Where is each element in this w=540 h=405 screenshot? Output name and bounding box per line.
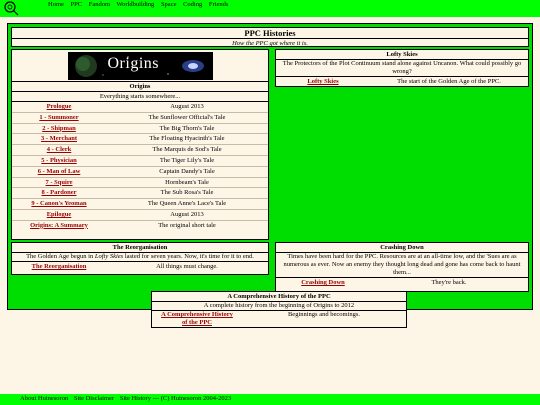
origins-chapter-link[interactable]: 4 - Clerk bbox=[47, 146, 72, 153]
origins-banner-image: Origins bbox=[67, 52, 213, 80]
reorg-heading: The Reorganisation bbox=[12, 243, 268, 253]
origins-chapter-desc: The Queen Anne's Lace's Tale bbox=[147, 200, 227, 208]
footer-history-link[interactable]: Site History --- (C) Huinesoron 2004-202… bbox=[120, 395, 231, 402]
origins-chapter-link[interactable]: 5 - Physician bbox=[41, 157, 76, 164]
origins-chapter-desc: Hornbeam's Tale bbox=[165, 178, 209, 186]
origins-chapter-link[interactable]: 3 - Merchant bbox=[41, 135, 77, 142]
footer-disclaimer-link[interactable]: Site Disclaimer bbox=[74, 395, 114, 402]
nav-ppc[interactable]: PPC bbox=[71, 1, 83, 8]
site-logo-icon[interactable] bbox=[3, 0, 19, 16]
title-box: PPC Histories How the PPC got where it i… bbox=[11, 27, 529, 47]
origins-chapter-link[interactable]: Prologue bbox=[47, 103, 72, 110]
origins-heading: Origins bbox=[12, 81, 268, 92]
origins-chapter-desc: The Floating Hyacinth's Tale bbox=[149, 135, 225, 143]
origins-chapter-link[interactable]: 7 - Squire bbox=[46, 179, 73, 186]
origins-list: Prologue August 2013 1 - Summoner The Sunfl… bbox=[12, 102, 268, 231]
nav-menu: Home PPC Fandom Worldbuilding Space Codi… bbox=[48, 0, 233, 9]
comprehensive-history-link[interactable]: A Comprehensive History of the PPC bbox=[161, 311, 233, 326]
reorganisation-link[interactable]: The Reorganisation bbox=[32, 263, 87, 270]
reorg-description: The Golden Age begun in Lofty Skies last… bbox=[12, 253, 268, 262]
reorganisation-panel: The Reorganisation The Golden Age begun … bbox=[11, 242, 269, 275]
nav-home[interactable]: Home bbox=[48, 1, 64, 8]
origins-tagline: Everything starts somewhere... bbox=[12, 92, 268, 102]
nav-worldbuilding[interactable]: Worldbuilding bbox=[117, 1, 155, 8]
origins-row: 4 - Clerk The Marquis de Sod's Tale bbox=[12, 144, 268, 155]
page-title: PPC Histories bbox=[12, 28, 528, 39]
crash-heading: Crashing Down bbox=[276, 243, 528, 253]
origins-chapter-desc: Captain Dandy's Tale bbox=[159, 167, 215, 175]
origins-chapter-link[interactable]: 9 - Canon's Yeoman bbox=[31, 200, 86, 207]
crashing-down-link[interactable]: Crashing Down bbox=[301, 279, 345, 286]
crash-description: Times have been hard for the PPC. Resour… bbox=[276, 253, 528, 278]
lofty-skies-link[interactable]: Lofty Skies bbox=[307, 78, 338, 85]
footer-about-link[interactable]: About Huinesoron bbox=[20, 395, 68, 402]
lofty-note: The start of the Golden Age of the PPC. bbox=[397, 78, 501, 85]
origins-banner-text: Origins bbox=[107, 55, 159, 72]
top-nav-bar: Home PPC Fandom Worldbuilding Space Codi… bbox=[0, 0, 540, 17]
origins-row: 8 - Pardoner The Sub Rosa's Tale bbox=[12, 187, 268, 198]
origins-chapter-desc: The Marquis de Sod's Tale bbox=[152, 146, 222, 154]
origins-row: 1 - Summoner The Sunflower Official's Tal… bbox=[12, 111, 268, 123]
origins-chapter-link[interactable]: 2 - Shipman bbox=[42, 125, 76, 132]
origins-chapter-link[interactable]: Origins: A Summary bbox=[30, 222, 88, 229]
origins-chapter-link[interactable]: 8 - Pardoner bbox=[41, 189, 76, 196]
origins-chapter-link[interactable]: Epilogue bbox=[47, 211, 72, 218]
nav-space[interactable]: Space bbox=[161, 1, 177, 8]
reorg-note: All things must change. bbox=[156, 263, 218, 270]
crashing-down-panel: Crashing Down Times have been hard for t… bbox=[275, 242, 529, 292]
nav-fandom[interactable]: Fandom bbox=[89, 1, 110, 8]
origins-chapter-desc: The Big Thorn's Tale bbox=[159, 124, 215, 132]
origins-row: 3 - Merchant The Floating Hyacinth's Tale bbox=[12, 133, 268, 144]
compr-note: Beginnings and becomings. bbox=[287, 311, 361, 318]
crash-note: They're back. bbox=[431, 279, 467, 286]
origins-chapter-desc: The Tiger Lily's Tale bbox=[159, 156, 215, 164]
origins-row: Prologue August 2013 bbox=[12, 102, 268, 112]
origins-chapter-desc: The Sub Rosa's Tale bbox=[160, 189, 214, 197]
origins-row: 5 - Physician The Tiger Lily's Tale bbox=[12, 154, 268, 166]
origins-chapter-desc: The Sunflower Official's Tale bbox=[148, 113, 226, 121]
origins-row: 2 - Shipman The Big Thorn's Tale bbox=[12, 122, 268, 134]
origins-row: Epilogue August 2013 bbox=[12, 208, 268, 220]
comprehensive-history-panel: A Comprehensive History of the PPC A com… bbox=[151, 291, 407, 328]
lofty-skies-panel: Lofty Skies The Protectors of the Plot C… bbox=[275, 49, 529, 87]
origins-chapter-desc: August 2013 bbox=[170, 210, 204, 218]
nav-friends[interactable]: Friends bbox=[209, 1, 229, 8]
origins-row: 6 - Man of Law Captain Dandy's Tale bbox=[12, 165, 268, 177]
origins-chapter-desc: August 2013 bbox=[170, 103, 204, 110]
origins-chapter-desc: The original short tale bbox=[158, 221, 216, 229]
footer-bar: About Huinesoron Site Disclaimer Site Hi… bbox=[0, 394, 540, 405]
origins-row: 7 - Squire Hornbeam's Tale bbox=[12, 176, 268, 188]
page-subtitle: How the PPC got where it is. bbox=[232, 40, 308, 47]
lofty-heading: Lofty Skies bbox=[276, 50, 528, 60]
compr-description: A complete history from the beginning of… bbox=[152, 302, 406, 311]
main-frame: PPC Histories How the PPC got where it i… bbox=[7, 23, 533, 328]
compr-heading: A Comprehensive History of the PPC bbox=[152, 292, 406, 302]
origins-chapter-link[interactable]: 6 - Man of Law bbox=[38, 168, 81, 175]
origins-chapter-link[interactable]: 1 - Summoner bbox=[39, 114, 78, 121]
origins-panel: Origins Origins Everything starts somewh… bbox=[11, 49, 269, 240]
origins-row: Origins: A Summary The original short tal… bbox=[12, 219, 268, 231]
origins-row: 9 - Canon's Yeoman The Queen Anne's Lace'… bbox=[12, 198, 268, 209]
lofty-description: The Protectors of the Plot Continuum sta… bbox=[276, 60, 528, 77]
nav-coding[interactable]: Coding bbox=[183, 1, 202, 8]
